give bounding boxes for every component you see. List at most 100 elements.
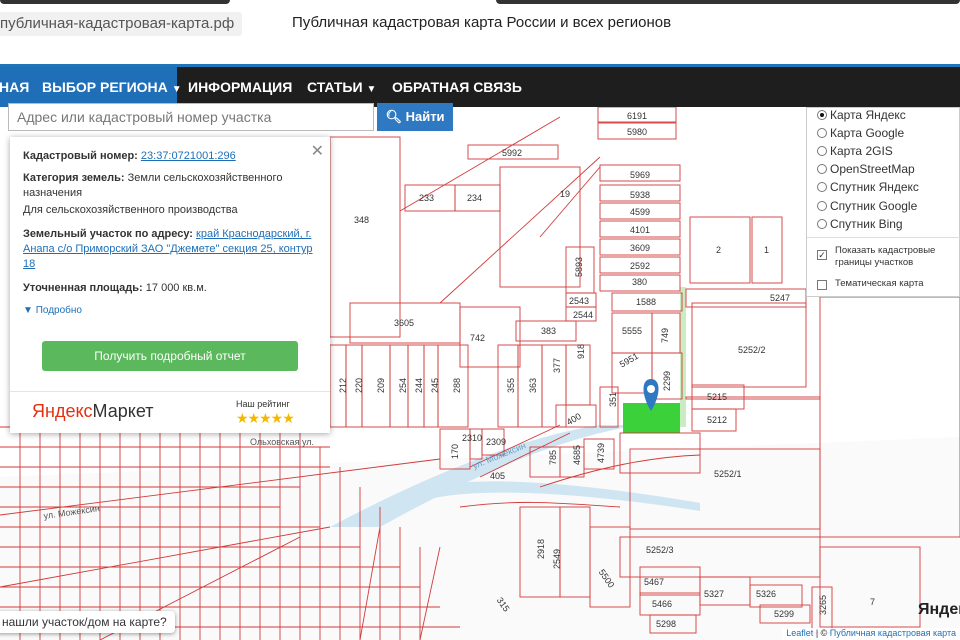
land-use-value: Для сельскохозяйственного производства (23, 204, 238, 216)
layer-option-osm[interactable]: OpenStreetMap (817, 160, 915, 178)
thematic-checkbox-label: Тематическая карта (835, 278, 924, 289)
nav-item-articles[interactable]: СТАТЬИ ▼ (296, 67, 387, 107)
layer-option-sat-bing[interactable]: Спутник Bing (817, 215, 903, 233)
parcel-label: 3605 (394, 318, 414, 328)
layer-option-sat-google[interactable]: Спутник Google (817, 197, 917, 215)
yandex-market-logo[interactable]: ЯндексМаркет (32, 401, 153, 422)
parcel-label: 4739 (596, 443, 606, 463)
layer-label: Спутник Яндекс (830, 180, 919, 194)
parcel-label: 233 (419, 193, 434, 203)
parcel-label: 19 (560, 189, 570, 199)
layer-option-yandex[interactable]: Карта Яндекс (817, 106, 906, 124)
parcel-label: 3265 (818, 595, 828, 615)
rating-label: Наш рейтинг (236, 399, 290, 409)
parcel-label: 5467 (644, 577, 664, 587)
url-text[interactable]: публичная-кадастровая-карта.рф (0, 12, 243, 36)
parcel-label: 244 (414, 378, 424, 393)
area-value: 17 000 кв.м. (145, 282, 207, 294)
site-link[interactable]: Публичная кадастровая карта (830, 628, 956, 638)
nav-region-label: ВЫБОР РЕГИОНА (42, 79, 168, 95)
ym-logo-b: Маркет (92, 401, 154, 421)
radio-selected (817, 110, 827, 120)
yandex-watermark: Яндекс (918, 601, 960, 618)
parcel-label: 5252/2 (738, 345, 766, 355)
parcel-label: 5555 (622, 326, 642, 336)
attrib-sep: | © (813, 628, 830, 638)
parcel-label: 5327 (704, 589, 724, 599)
layer-label: Карта 2GIS (830, 144, 893, 158)
tab-edge (496, 0, 960, 4)
parcel-label: 383 (541, 326, 556, 336)
found-parcel-prompt[interactable]: нашли участок/дом на карте? (0, 611, 175, 633)
parcel-label: 209 (376, 378, 386, 393)
browser-bar: публичная-кадастровая-карта.рф Публичная… (0, 0, 960, 67)
parcel-label: 1 (764, 245, 769, 255)
site-title: Публичная кадастровая карта России и все… (292, 14, 672, 31)
rating-stars: ★★★★★ (236, 410, 295, 426)
layer-option-2gis[interactable]: Карта 2GIS (817, 142, 893, 160)
layer-option-sat-yandex[interactable]: Спутник Яндекс (817, 178, 919, 196)
nav-item-region[interactable]: ВЫБОР РЕГИОНА ▼ (31, 67, 182, 107)
search-button-label: Найти (405, 109, 445, 124)
layer-label: Карта Google (830, 126, 905, 140)
parcel-label: 363 (528, 378, 538, 393)
parcel-label: 4685 (572, 445, 582, 465)
parcel-label: 351 (608, 392, 618, 407)
search-icon: 🔍︎ (385, 109, 402, 124)
cad-number-link[interactable]: 23:37:0721001:296 (141, 150, 236, 162)
parcel-label: 785 (548, 450, 558, 465)
area-row: Уточненная площадь: 17 000 кв.м. (23, 281, 319, 296)
parcel-label: 2592 (630, 261, 650, 271)
parcel-label: 5212 (707, 415, 727, 425)
parcel-label: 2543 (569, 296, 589, 306)
address-row: Земельный участок по адресу: край Красно… (23, 227, 319, 272)
borders-checkbox[interactable]: ✓ (817, 250, 827, 260)
parcel-label: 5215 (707, 392, 727, 402)
parcel-label: 2918 (536, 539, 546, 559)
thematic-checkbox[interactable] (817, 280, 827, 290)
radio (817, 182, 827, 192)
parcel-label: 5969 (630, 170, 650, 180)
leaflet-link[interactable]: Leaflet (786, 628, 813, 638)
search-box (8, 103, 374, 131)
parcel-label: 5980 (627, 127, 647, 137)
parcel-label: 2 (716, 245, 721, 255)
chevron-down-icon: ▼ (366, 84, 377, 95)
tab-edge (0, 0, 230, 4)
layer-label: Спутник Google (830, 199, 918, 213)
get-report-button[interactable]: Получить подробный отчет (42, 341, 298, 371)
parcel-label: 254 (398, 378, 408, 393)
parcel-label: 5466 (652, 599, 672, 609)
nav-item-info[interactable]: ИНФОРМАЦИЯ (177, 67, 303, 107)
parcel-label: 5992 (502, 148, 522, 158)
search-button[interactable]: 🔍︎ Найти (377, 103, 453, 131)
parcel-label: 918 (576, 344, 586, 359)
parcel-label: 212 (338, 378, 348, 393)
area-label: Уточненная площадь: (23, 282, 143, 294)
parcel-label: 245 (430, 378, 440, 393)
ym-logo-a: Яндекс (32, 401, 93, 421)
details-toggle[interactable]: ▼ Подробно (23, 305, 82, 316)
parcel-label: 348 (354, 215, 369, 225)
land-category-row: Категория земель: Земли сельскохозяйстве… (23, 171, 319, 201)
land-category-label: Категория земель: (23, 172, 125, 184)
parcel-label: 749 (660, 328, 670, 343)
layer-label: OpenStreetMap (830, 162, 915, 176)
parcel-label: 5893 (574, 257, 584, 277)
cad-number-row: Кадастровый номер: 23:37:0721001:296 (23, 149, 319, 164)
parcel-label: 2544 (573, 310, 593, 320)
parcel-label: 380 (632, 277, 647, 287)
parcel-label: 355 (506, 378, 516, 393)
radio (817, 146, 827, 156)
parcel-label: 7 (870, 597, 875, 607)
layer-label: Спутник Bing (830, 217, 903, 231)
parcel-info-popup: ✕ Кадастровый номер: 23:37:0721001:296 К… (10, 137, 330, 433)
parcel-label: 4101 (630, 225, 650, 235)
borders-checkbox-label: Показать кадастровые границы участков (835, 245, 936, 268)
main-nav: НАЯ ВЫБОР РЕГИОНА ▼ ИНФОРМАЦИЯ СТАТЬИ ▼ ОБ… (0, 67, 960, 107)
layer-option-google[interactable]: Карта Google (817, 124, 904, 142)
details-label: Подробно (35, 305, 82, 316)
search-input[interactable] (9, 104, 373, 130)
street-label: Ольховская ул. (250, 437, 314, 447)
nav-item-feedback[interactable]: ОБРАТНАЯ СВЯЗЬ (381, 67, 533, 107)
